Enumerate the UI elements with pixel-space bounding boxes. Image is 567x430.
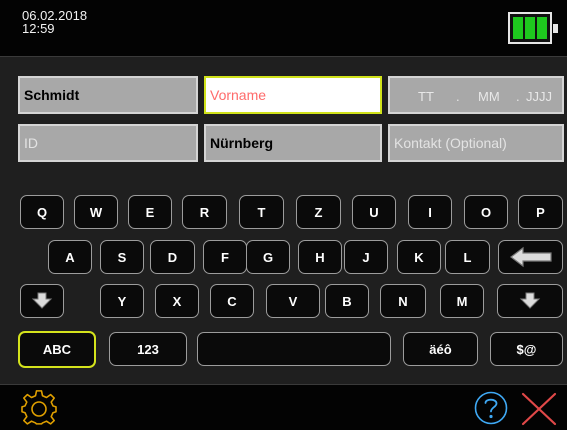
key-u[interactable]: U [352, 195, 396, 229]
shift-down-arrow-icon [519, 292, 541, 309]
symbol-mode-key[interactable]: $@ [490, 332, 563, 366]
abc-mode-key[interactable]: ABC [18, 331, 96, 368]
shift-right-key[interactable] [497, 284, 563, 318]
key-h[interactable]: H [298, 240, 342, 274]
city-field[interactable]: Nürnberg [204, 124, 382, 162]
status-bar: 06.02.2018 12:59 [0, 0, 567, 57]
space-key[interactable] [197, 332, 391, 366]
key-n[interactable]: N [380, 284, 426, 318]
backspace-arrow-icon [509, 246, 552, 268]
key-e[interactable]: E [128, 195, 172, 229]
key-f[interactable]: F [203, 240, 247, 274]
shift-left-key[interactable] [20, 284, 64, 318]
birthdate-field[interactable]: TT . MM . JJJJ [388, 76, 564, 114]
key-r[interactable]: R [182, 195, 227, 229]
key-g[interactable]: G [246, 240, 290, 274]
key-t[interactable]: T [239, 195, 284, 229]
key-o[interactable]: O [464, 195, 508, 229]
key-d[interactable]: D [150, 240, 195, 274]
key-y[interactable]: Y [100, 284, 144, 318]
backspace-key[interactable] [498, 240, 563, 274]
key-z[interactable]: Z [296, 195, 341, 229]
id-field[interactable]: ID [18, 124, 198, 162]
key-c[interactable]: C [210, 284, 254, 318]
shift-down-arrow-icon [31, 292, 53, 309]
key-i[interactable]: I [408, 195, 452, 229]
date-month-placeholder: MM [478, 89, 500, 104]
key-l[interactable]: L [445, 240, 490, 274]
close-icon[interactable] [520, 392, 558, 426]
key-m[interactable]: M [440, 284, 484, 318]
date-time: 06.02.2018 12:59 [22, 9, 87, 35]
help-icon[interactable] [473, 390, 509, 426]
gear-icon[interactable] [20, 390, 58, 428]
key-j[interactable]: J [344, 240, 388, 274]
last-name-field[interactable]: Schmidt [18, 76, 198, 114]
key-b[interactable]: B [325, 284, 369, 318]
key-a[interactable]: A [48, 240, 92, 274]
first-name-field[interactable]: Vorname [204, 76, 382, 114]
key-p[interactable]: P [518, 195, 563, 229]
key-q[interactable]: Q [20, 195, 64, 229]
battery-icon [508, 12, 560, 46]
key-k[interactable]: K [397, 240, 441, 274]
date-year-placeholder: JJJJ [526, 89, 552, 104]
accent-mode-key[interactable]: äéô [403, 332, 478, 366]
date-day-placeholder: TT [418, 89, 434, 104]
key-x[interactable]: X [155, 284, 199, 318]
key-v[interactable]: V [266, 284, 320, 318]
contact-field[interactable]: Kontakt (Optional) [388, 124, 564, 162]
numeric-mode-key[interactable]: 123 [109, 332, 187, 366]
time-label: 12:59 [22, 21, 55, 36]
date-separator: . [516, 89, 520, 104]
date-separator: . [456, 89, 460, 104]
key-s[interactable]: S [100, 240, 144, 274]
key-w[interactable]: W [74, 195, 118, 229]
